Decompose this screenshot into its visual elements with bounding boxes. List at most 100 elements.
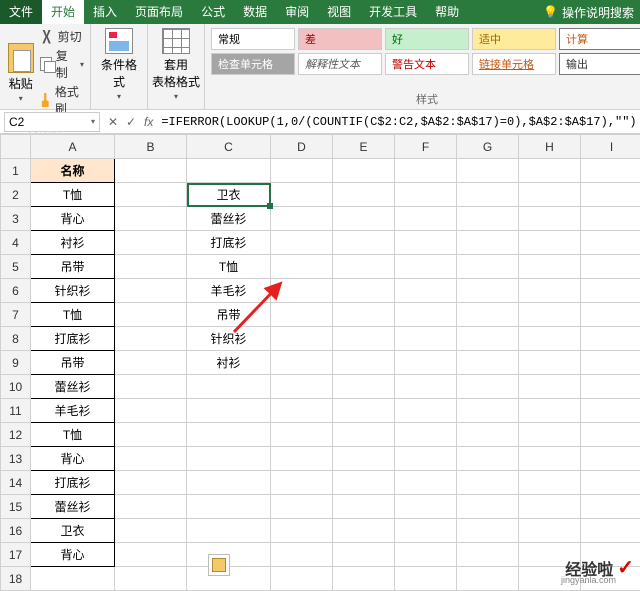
cell-H8[interactable] — [519, 327, 581, 351]
cell-A13[interactable]: 背心 — [31, 447, 115, 471]
cell-G10[interactable] — [457, 375, 519, 399]
cell-G16[interactable] — [457, 519, 519, 543]
col-header-E[interactable]: E — [333, 135, 395, 159]
cancel-formula-button[interactable]: ✕ — [104, 115, 122, 129]
cell-H13[interactable] — [519, 447, 581, 471]
row-header[interactable]: 11 — [1, 399, 31, 423]
cell-B8[interactable] — [115, 327, 187, 351]
cell-I12[interactable] — [581, 423, 640, 447]
style-calc[interactable]: 计算 — [559, 28, 640, 50]
style-warning[interactable]: 警告文本 — [385, 53, 469, 75]
cell-B18[interactable] — [115, 567, 187, 591]
cell-A7[interactable]: T恤 — [31, 303, 115, 327]
cell-C1[interactable] — [187, 159, 271, 183]
cell-B13[interactable] — [115, 447, 187, 471]
cell-A14[interactable]: 打底衫 — [31, 471, 115, 495]
cell-D1[interactable] — [271, 159, 333, 183]
row-header[interactable]: 5 — [1, 255, 31, 279]
cell-E10[interactable] — [333, 375, 395, 399]
cell-F4[interactable] — [395, 231, 457, 255]
cell-C16[interactable] — [187, 519, 271, 543]
cell-A10[interactable]: 蕾丝衫 — [31, 375, 115, 399]
fx-icon[interactable]: fx — [140, 115, 157, 129]
cell-I4[interactable] — [581, 231, 640, 255]
cell-D13[interactable] — [271, 447, 333, 471]
cell-G7[interactable] — [457, 303, 519, 327]
cell-I8[interactable] — [581, 327, 640, 351]
cell-I11[interactable] — [581, 399, 640, 423]
cut-button[interactable]: 剪切 — [40, 28, 84, 45]
cell-C5[interactable]: T恤 — [187, 255, 271, 279]
cell-A16[interactable]: 卫衣 — [31, 519, 115, 543]
row-header[interactable]: 14 — [1, 471, 31, 495]
cell-C7[interactable]: 吊带 — [187, 303, 271, 327]
row-header[interactable]: 2 — [1, 183, 31, 207]
style-good[interactable]: 好 — [385, 28, 469, 50]
row-header[interactable]: 6 — [1, 279, 31, 303]
cell-B9[interactable] — [115, 351, 187, 375]
cell-F11[interactable] — [395, 399, 457, 423]
cell-I14[interactable] — [581, 471, 640, 495]
cell-G9[interactable] — [457, 351, 519, 375]
cell-D15[interactable] — [271, 495, 333, 519]
cell-H15[interactable] — [519, 495, 581, 519]
paste-button[interactable]: 粘贴 ▾ — [6, 28, 36, 117]
cell-A11[interactable]: 羊毛衫 — [31, 399, 115, 423]
row-header[interactable]: 9 — [1, 351, 31, 375]
row-header[interactable]: 15 — [1, 495, 31, 519]
cell-F13[interactable] — [395, 447, 457, 471]
cell-F6[interactable] — [395, 279, 457, 303]
cell-G1[interactable] — [457, 159, 519, 183]
cell-H12[interactable] — [519, 423, 581, 447]
paste-options-button[interactable] — [208, 554, 230, 576]
cell-G12[interactable] — [457, 423, 519, 447]
cell-H4[interactable] — [519, 231, 581, 255]
cell-G2[interactable] — [457, 183, 519, 207]
cell-E11[interactable] — [333, 399, 395, 423]
style-output[interactable]: 输出 — [559, 53, 640, 75]
menu-tab-home[interactable]: 开始 — [42, 0, 84, 24]
cell-B2[interactable] — [115, 183, 187, 207]
cell-H1[interactable] — [519, 159, 581, 183]
cell-A18[interactable] — [31, 567, 115, 591]
cell-C2[interactable]: 卫衣 — [187, 183, 271, 207]
cell-G5[interactable] — [457, 255, 519, 279]
cell-I16[interactable] — [581, 519, 640, 543]
cell-F12[interactable] — [395, 423, 457, 447]
conditional-format-button[interactable]: 条件格式 ▾ — [97, 28, 141, 101]
row-header[interactable]: 4 — [1, 231, 31, 255]
col-header-B[interactable]: B — [115, 135, 187, 159]
style-bad[interactable]: 差 — [298, 28, 382, 50]
cell-E13[interactable] — [333, 447, 395, 471]
cell-E17[interactable] — [333, 543, 395, 567]
cell-G8[interactable] — [457, 327, 519, 351]
cell-B15[interactable] — [115, 495, 187, 519]
cell-D17[interactable] — [271, 543, 333, 567]
cell-H11[interactable] — [519, 399, 581, 423]
menu-tab-insert[interactable]: 插入 — [84, 0, 126, 24]
cell-I10[interactable] — [581, 375, 640, 399]
cell-E8[interactable] — [333, 327, 395, 351]
cell-B17[interactable] — [115, 543, 187, 567]
cell-E9[interactable] — [333, 351, 395, 375]
menu-tab-view[interactable]: 视图 — [318, 0, 360, 24]
cell-E18[interactable] — [333, 567, 395, 591]
row-header[interactable]: 12 — [1, 423, 31, 447]
tell-me[interactable]: 💡 操作说明搜索 — [537, 0, 640, 24]
cell-D11[interactable] — [271, 399, 333, 423]
cell-B16[interactable] — [115, 519, 187, 543]
cell-A12[interactable]: T恤 — [31, 423, 115, 447]
style-check[interactable]: 检查单元格 — [211, 53, 295, 75]
cell-D9[interactable] — [271, 351, 333, 375]
cell-H9[interactable] — [519, 351, 581, 375]
cell-F14[interactable] — [395, 471, 457, 495]
menu-file[interactable]: 文件 — [0, 0, 42, 24]
cell-E6[interactable] — [333, 279, 395, 303]
cell-A1[interactable]: 名称 — [31, 159, 115, 183]
cell-D6[interactable] — [271, 279, 333, 303]
cell-F8[interactable] — [395, 327, 457, 351]
cell-E1[interactable] — [333, 159, 395, 183]
menu-tab-dev[interactable]: 开发工具 — [360, 0, 426, 24]
cell-F18[interactable] — [395, 567, 457, 591]
select-all-corner[interactable] — [1, 135, 31, 159]
